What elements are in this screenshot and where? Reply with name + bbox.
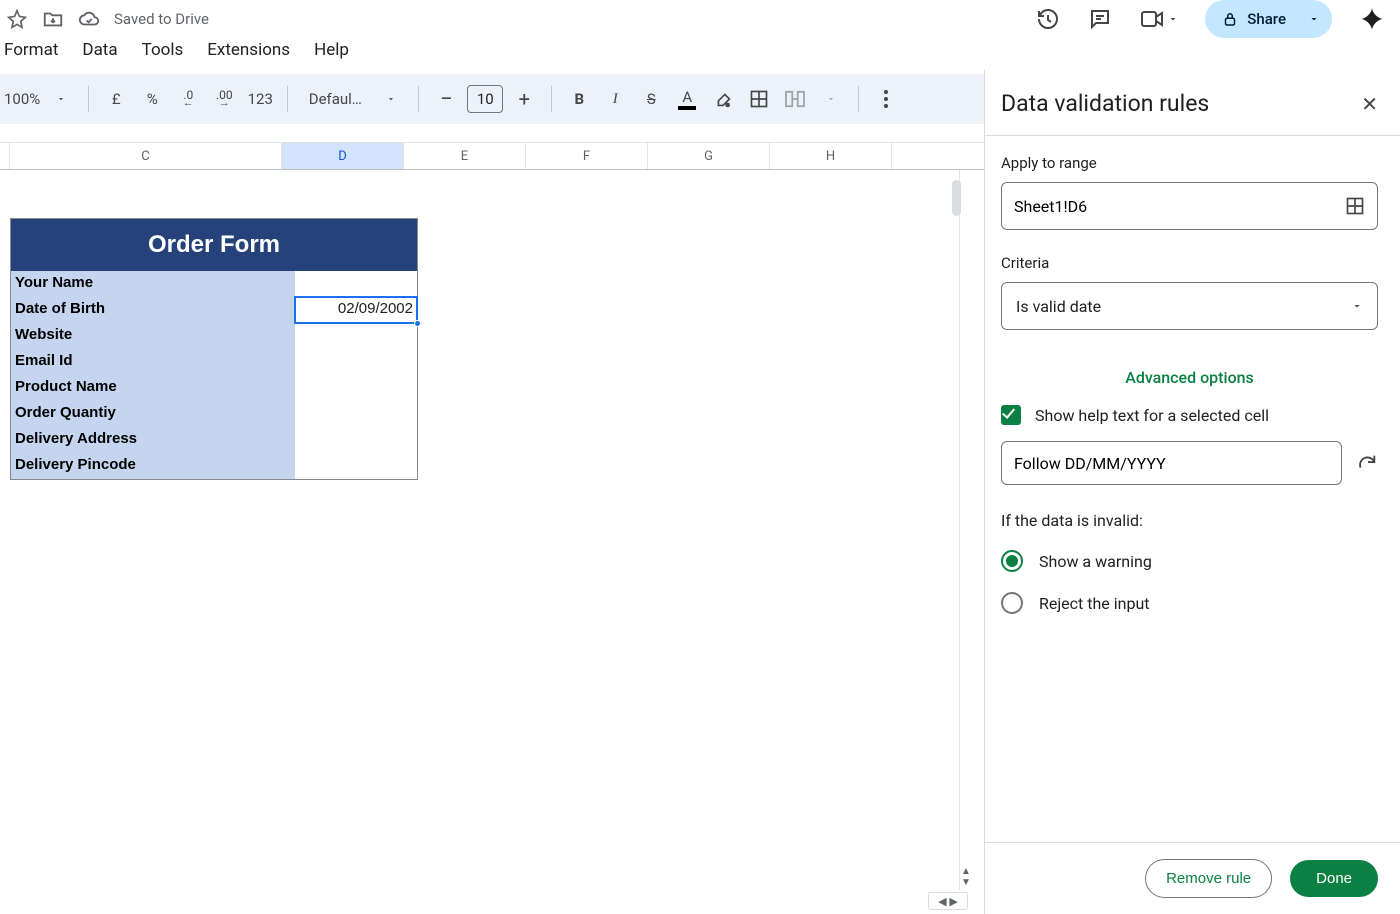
criteria-label: Criteria xyxy=(1001,254,1378,272)
criteria-select[interactable]: Is valid date xyxy=(1001,282,1378,330)
decrease-decimal-button[interactable]: .0← xyxy=(173,84,203,114)
comments-icon[interactable] xyxy=(1087,6,1113,32)
tab-scroll-buttons[interactable]: ◀ ▶ xyxy=(928,892,968,910)
radio-reject-input[interactable] xyxy=(1001,592,1023,614)
form-row-value[interactable] xyxy=(295,349,417,375)
form-row-value[interactable] xyxy=(295,323,417,349)
text-color-button[interactable]: A xyxy=(672,84,702,114)
radio-show-warning[interactable] xyxy=(1001,550,1023,572)
zoom-selector[interactable]: 100% xyxy=(0,84,40,114)
strikethrough-button[interactable]: S xyxy=(636,84,666,114)
chevron-down-icon[interactable] xyxy=(376,84,406,114)
criteria-value: Is valid date xyxy=(1016,297,1101,316)
chevron-down-icon xyxy=(1298,13,1320,25)
sheet-grid[interactable]: Order Form Your NameDate of Birth02/09/2… xyxy=(0,170,960,890)
currency-format-button[interactable]: £ xyxy=(101,84,131,114)
radio-reject-label: Reject the input xyxy=(1039,594,1150,613)
radio-warning-label: Show a warning xyxy=(1039,552,1152,571)
menu-help[interactable]: Help xyxy=(314,40,349,60)
italic-button[interactable]: I xyxy=(600,84,630,114)
form-row-label[interactable]: Delivery Address xyxy=(11,427,295,453)
percent-format-button[interactable]: % xyxy=(137,84,167,114)
form-row-label[interactable]: Product Name xyxy=(11,375,295,401)
borders-button[interactable] xyxy=(744,84,774,114)
range-input-row xyxy=(1001,182,1378,230)
col-header[interactable]: G xyxy=(648,143,770,169)
form-row-label[interactable]: Your Name xyxy=(11,271,295,297)
more-toolbar-icon[interactable] xyxy=(871,84,901,114)
chevron-down-icon[interactable] xyxy=(46,84,76,114)
menu-tools[interactable]: Tools xyxy=(142,40,184,60)
bold-button[interactable]: B xyxy=(564,84,594,114)
form-row-label[interactable]: Website xyxy=(11,323,295,349)
form-row-label[interactable]: Order Quantiy xyxy=(11,401,295,427)
close-icon[interactable]: ✕ xyxy=(1361,92,1378,116)
lock-icon xyxy=(1221,10,1239,28)
form-row-value[interactable] xyxy=(295,427,417,453)
fill-color-button[interactable] xyxy=(708,84,738,114)
range-input[interactable] xyxy=(1014,197,1345,216)
selection-handle[interactable] xyxy=(414,320,421,327)
col-header[interactable]: E xyxy=(404,143,526,169)
reset-helptext-icon[interactable] xyxy=(1356,452,1378,474)
menu-data[interactable]: Data xyxy=(82,40,117,60)
fontsize-increase-button[interactable]: + xyxy=(509,84,539,114)
menu-extensions[interactable]: Extensions xyxy=(207,40,290,60)
remove-rule-button[interactable]: Remove rule xyxy=(1145,859,1272,898)
form-row-value[interactable] xyxy=(295,453,417,479)
increase-decimal-button[interactable]: .00→ xyxy=(209,84,239,114)
form-row-label[interactable]: Date of Birth xyxy=(11,297,295,323)
form-row-label[interactable]: Delivery Pincode xyxy=(11,453,295,479)
star-icon[interactable] xyxy=(6,8,28,30)
history-icon[interactable] xyxy=(1035,6,1061,32)
col-header[interactable]: D xyxy=(282,143,404,169)
help-text-input[interactable] xyxy=(1014,454,1329,473)
panel-title: Data validation rules xyxy=(1001,90,1209,117)
advanced-options-link[interactable]: Advanced options xyxy=(1001,360,1378,405)
show-help-label: Show help text for a selected cell xyxy=(1035,406,1269,425)
font-family-selector[interactable]: Defaul… xyxy=(300,84,370,114)
form-row-label[interactable]: Email Id xyxy=(11,349,295,375)
form-title: Order Form xyxy=(11,219,417,271)
data-validation-panel: Data validation rules ✕ Apply to range C… xyxy=(984,70,1400,914)
saved-status-text: Saved to Drive xyxy=(114,10,209,28)
apply-range-label: Apply to range xyxy=(1001,154,1378,172)
col-header[interactable]: H xyxy=(770,143,892,169)
show-help-checkbox[interactable] xyxy=(1001,405,1021,425)
vertical-scroll-thumb[interactable] xyxy=(952,180,961,216)
meet-button[interactable] xyxy=(1139,9,1179,29)
done-button[interactable]: Done xyxy=(1290,860,1378,897)
gemini-icon[interactable] xyxy=(1358,5,1386,33)
invalid-data-label: If the data is invalid: xyxy=(1001,511,1378,530)
form-row-value[interactable] xyxy=(295,271,417,297)
menubar: Format Data Tools Extensions Help xyxy=(0,36,1400,74)
chevron-down-icon xyxy=(1167,13,1179,25)
share-label: Share xyxy=(1247,10,1286,28)
form-row-value[interactable] xyxy=(295,375,417,401)
merge-cells-button[interactable] xyxy=(780,84,810,114)
fontsize-decrease-button[interactable]: − xyxy=(431,84,461,114)
number-format-button[interactable]: 123 xyxy=(245,84,275,114)
cloud-saved-icon[interactable] xyxy=(78,8,100,30)
form-row-value[interactable]: 02/09/2002 xyxy=(295,297,417,323)
fontsize-input[interactable]: 10 xyxy=(467,85,503,113)
form-row-value[interactable] xyxy=(295,401,417,427)
col-header[interactable]: F xyxy=(526,143,648,169)
chevron-down-icon xyxy=(1351,300,1363,312)
menu-format[interactable]: Format xyxy=(4,40,58,60)
chevron-down-icon[interactable] xyxy=(816,84,846,114)
share-button[interactable]: Share xyxy=(1205,0,1332,38)
move-to-folder-icon[interactable] xyxy=(42,8,64,30)
scroll-arrows[interactable]: ▲▼ xyxy=(958,866,974,888)
select-range-icon[interactable] xyxy=(1345,196,1365,216)
order-form-table: Order Form Your NameDate of Birth02/09/2… xyxy=(10,218,418,480)
col-header[interactable]: C xyxy=(10,143,282,169)
